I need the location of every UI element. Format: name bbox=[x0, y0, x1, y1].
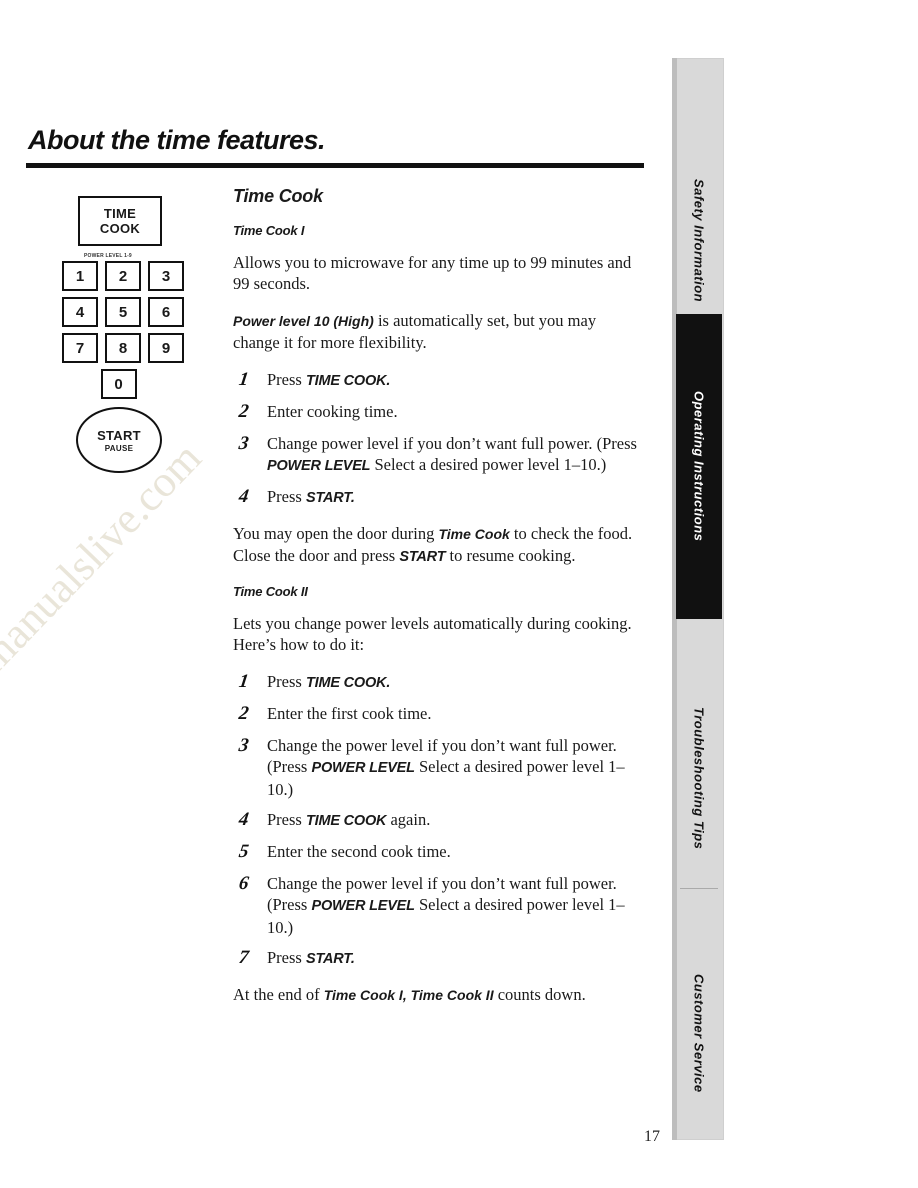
countdown-bold: Time Cook I, Time Cook II bbox=[323, 987, 494, 1003]
step-item: 3 Change the power level if you don’t wan… bbox=[233, 735, 645, 800]
step-item: 5 Enter the second cook time. bbox=[233, 841, 645, 864]
tab-divider bbox=[680, 888, 718, 889]
step-text-pre: Press bbox=[267, 487, 306, 506]
step-text-pre: Enter the second cook time. bbox=[267, 842, 451, 861]
section-heading-time-cook: Time Cook bbox=[233, 186, 323, 206]
step-item: 4 Press START. bbox=[233, 486, 645, 509]
step-number: 1 bbox=[237, 369, 250, 390]
main-content: Time Cook Time Cook I Allows you to micr… bbox=[233, 186, 645, 1022]
step-text-bold: POWER LEVEL bbox=[311, 760, 415, 776]
keypad-row: 4 5 6 bbox=[62, 297, 202, 327]
step-text-bold: POWER LEVEL bbox=[267, 458, 371, 474]
tab-label: Operating Instructions bbox=[691, 391, 707, 542]
steps-time-cook-2: 1 Press TIME COOK. 2 Enter the first cook … bbox=[233, 671, 645, 970]
countdown-a: At the end of bbox=[233, 985, 324, 1004]
key-1: 1 bbox=[62, 261, 98, 291]
keypad-row: 1 2 3 bbox=[62, 261, 202, 291]
paragraph-door-note: You may open the door during Time Cook t… bbox=[233, 523, 645, 568]
key-6: 6 bbox=[148, 297, 184, 327]
subheading-time-cook-1: Time Cook I bbox=[233, 223, 305, 238]
step-number: 4 bbox=[237, 809, 250, 830]
paragraph-countdown-note: At the end of Time Cook I, Time Cook II … bbox=[233, 984, 645, 1006]
step-item: 7 Press START. bbox=[233, 947, 645, 970]
step-text-post: Select a desired power level 1–10.) bbox=[370, 455, 607, 474]
step-text-bold: START. bbox=[305, 951, 355, 967]
door-note-e: to resume cooking. bbox=[445, 546, 576, 565]
step-number: 5 bbox=[237, 841, 250, 862]
title-rule bbox=[26, 163, 644, 168]
page-number: 17 bbox=[644, 1128, 660, 1145]
step-number: 4 bbox=[237, 486, 250, 507]
start-pause-key: START PAUSE bbox=[76, 407, 162, 473]
key-5: 5 bbox=[105, 297, 141, 327]
tab-operating-instructions[interactable]: Operating Instructions bbox=[676, 314, 722, 619]
step-text-pre: Change power level if you don’t want ful… bbox=[267, 434, 637, 453]
step-number: 6 bbox=[237, 873, 250, 894]
page-title: About the time features. bbox=[28, 125, 326, 155]
step-number: 3 bbox=[237, 735, 250, 756]
paragraph-time-cook-2-intro: Lets you change power levels automatical… bbox=[233, 614, 632, 654]
key-4: 4 bbox=[62, 297, 98, 327]
step-text-pre: Enter the first cook time. bbox=[267, 704, 432, 723]
step-item: 4 Press TIME COOK again. bbox=[233, 809, 645, 832]
step-item: 2 Enter cooking time. bbox=[233, 401, 645, 424]
keypad-row: 7 8 9 bbox=[62, 333, 202, 363]
step-item: 3 Change power level if you don’t want fu… bbox=[233, 433, 645, 477]
steps-time-cook-1: 1 Press TIME COOK. 2 Enter cooking time. 3… bbox=[233, 369, 645, 509]
key-7: 7 bbox=[62, 333, 98, 363]
step-number: 2 bbox=[237, 703, 250, 724]
step-number: 1 bbox=[237, 671, 250, 692]
step-number: 2 bbox=[237, 401, 250, 422]
door-note-start: START bbox=[399, 549, 446, 565]
number-keys: 1 2 3 4 5 6 7 8 9 0 bbox=[62, 261, 202, 399]
section-tab-strip: Safety Information Operating Instruction… bbox=[672, 58, 724, 1140]
step-item: 1 Press TIME COOK. bbox=[233, 671, 645, 694]
keypad-illustration: TIME COOK POWER LEVEL 1-9 1 2 3 4 5 6 7 … bbox=[62, 196, 202, 473]
step-text-pre: Press bbox=[267, 948, 306, 967]
key-9: 9 bbox=[148, 333, 184, 363]
step-text-bold: START. bbox=[305, 490, 355, 506]
power-level-bold: Power level 10 (High) bbox=[233, 313, 374, 329]
step-item: 1 Press TIME COOK. bbox=[233, 369, 645, 392]
time-cook-key-line1: TIME bbox=[103, 206, 137, 221]
document-page: About the time features. TIME COOK POWER… bbox=[0, 0, 918, 1188]
time-cook-key-line2: COOK bbox=[99, 221, 141, 236]
tab-label: Safety Information bbox=[691, 178, 707, 303]
step-number: 3 bbox=[237, 433, 250, 454]
step-text-pre: Press bbox=[267, 370, 306, 389]
keypad-caption: POWER LEVEL 1-9 bbox=[84, 253, 132, 259]
subheading-time-cook-2: Time Cook II bbox=[233, 584, 308, 599]
door-note-timecook: Time Cook bbox=[438, 526, 510, 542]
step-text-bold: POWER LEVEL bbox=[311, 898, 415, 914]
tab-label: Customer Service bbox=[691, 973, 707, 1093]
step-text-bold: TIME COOK. bbox=[305, 373, 391, 389]
step-text-pre: Enter cooking time. bbox=[267, 402, 398, 421]
key-8: 8 bbox=[105, 333, 141, 363]
step-text-post: again. bbox=[386, 810, 431, 829]
keypad-row: 0 bbox=[62, 369, 175, 399]
step-item: 2 Enter the first cook time. bbox=[233, 703, 645, 726]
step-item: 6 Change the power level if you don’t wan… bbox=[233, 873, 645, 938]
tab-troubleshooting-tips[interactable]: Troubleshooting Tips bbox=[676, 648, 722, 908]
time-cook-key: TIME COOK bbox=[78, 196, 162, 246]
pause-key-label: PAUSE bbox=[104, 443, 134, 453]
step-text-pre: Press bbox=[267, 810, 306, 829]
tab-label: Troubleshooting Tips bbox=[691, 706, 707, 850]
countdown-c: counts down. bbox=[493, 985, 586, 1004]
paragraph-time-cook-1-intro: Allows you to microwave for any time up … bbox=[233, 253, 632, 293]
step-number: 7 bbox=[237, 947, 250, 968]
tab-customer-service[interactable]: Customer Service bbox=[676, 928, 722, 1138]
key-3: 3 bbox=[148, 261, 184, 291]
key-0: 0 bbox=[100, 369, 137, 399]
key-2: 2 bbox=[105, 261, 141, 291]
door-note-a: You may open the door during bbox=[233, 524, 439, 543]
paragraph-power-level-default: Power level 10 (High) is automatically s… bbox=[233, 310, 645, 353]
step-text-bold: TIME COOK. bbox=[305, 675, 391, 691]
step-text-bold: TIME COOK bbox=[305, 813, 387, 829]
start-key-label: START bbox=[97, 427, 141, 443]
step-text-pre: Press bbox=[267, 672, 306, 691]
